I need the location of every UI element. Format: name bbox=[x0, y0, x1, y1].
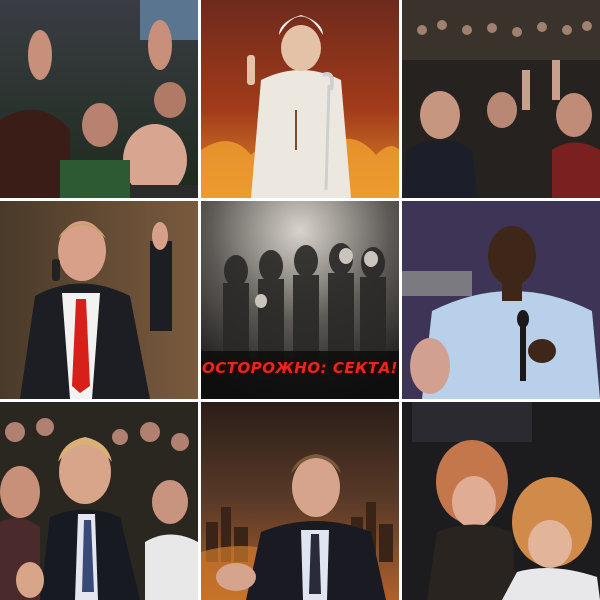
photo-man-eyes-closed bbox=[0, 402, 198, 600]
photo-women-crying bbox=[402, 402, 600, 600]
photo-worship-crowd bbox=[0, 0, 198, 198]
photo-man-burning-city bbox=[201, 402, 399, 600]
sect-warning-caption: ОСТОРОЖНО: СЕКТА! bbox=[201, 359, 399, 377]
man-burning-city-image bbox=[201, 402, 399, 600]
worship-crowd-image bbox=[0, 0, 198, 198]
photo-auditorium-audience bbox=[402, 0, 600, 198]
photo-shadow-crowd: ОСТОРОЖНО: СЕКТА! bbox=[201, 201, 399, 399]
child-in-robe-image bbox=[201, 0, 399, 198]
preacher-red-tie-image bbox=[0, 201, 198, 399]
photo-preacher-blue-shirt bbox=[402, 201, 600, 399]
auditorium-audience-image bbox=[402, 0, 600, 198]
photo-preacher-red-tie bbox=[0, 201, 198, 399]
man-eyes-closed-image bbox=[0, 402, 198, 600]
women-crying-image bbox=[402, 402, 600, 600]
photo-collage: ОСТОРОЖНО: СЕКТА! bbox=[0, 0, 600, 600]
photo-child-in-robe bbox=[201, 0, 399, 198]
preacher-blue-shirt-image bbox=[402, 201, 600, 399]
